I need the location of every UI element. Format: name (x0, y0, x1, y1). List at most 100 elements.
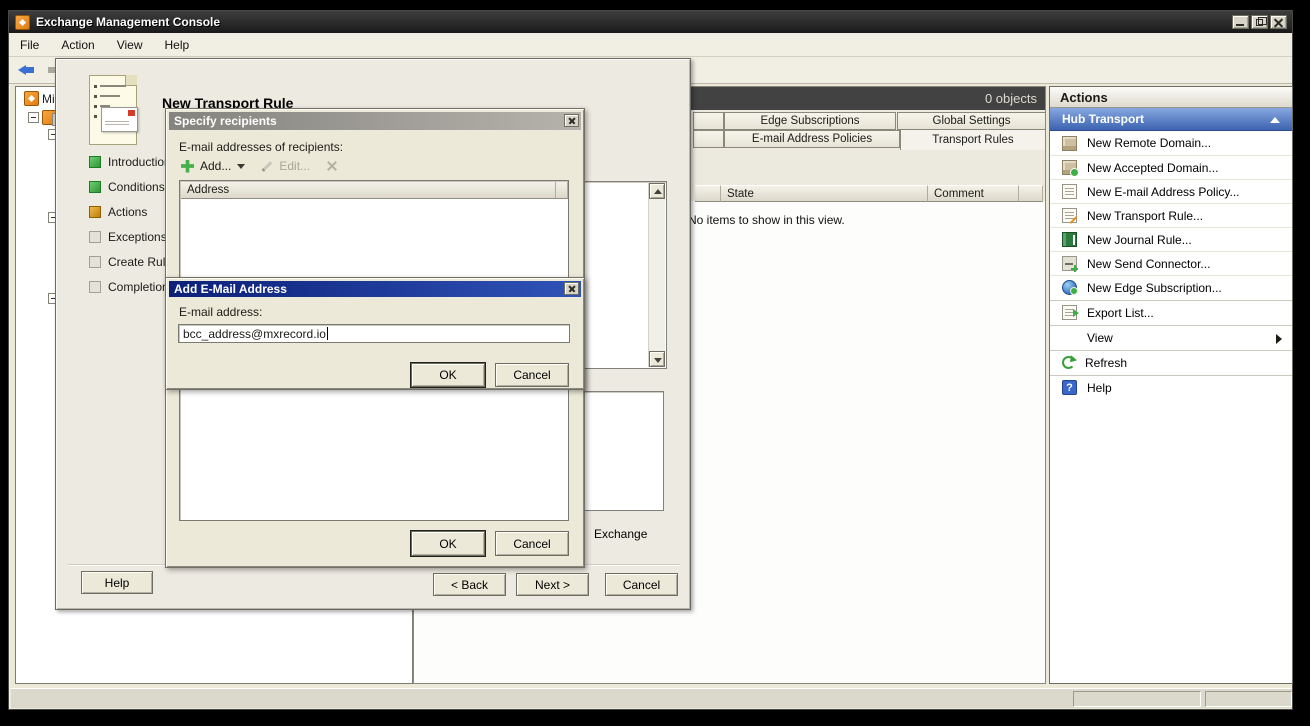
tab-email-address-policies[interactable]: E-mail Address Policies (724, 130, 900, 148)
wizard-step-actions: Actions (89, 205, 147, 219)
column-header-empty (556, 182, 568, 199)
wizard-cancel-button[interactable]: Cancel (605, 573, 678, 596)
close-button[interactable] (1270, 15, 1287, 29)
recipients-cancel-button[interactable]: Cancel (495, 531, 569, 556)
wizard-step-completion: Completion (89, 280, 169, 294)
close-button[interactable] (564, 114, 579, 127)
wizard-help-button[interactable]: Help (81, 571, 153, 594)
menu-view[interactable]: View (106, 35, 154, 55)
restore-icon (1256, 19, 1263, 26)
action-view[interactable]: View (1050, 325, 1292, 349)
restore-button[interactable] (1251, 15, 1268, 29)
action-new-edge-subscription[interactable]: New Edge Subscription... (1050, 275, 1292, 299)
column-header-partial[interactable] (695, 185, 721, 202)
column-header-empty (1019, 185, 1043, 202)
scroll-up-icon (654, 189, 662, 194)
dialog-title: Add E-Mail Address (174, 282, 287, 296)
dialog-titlebar: Specify recipients (169, 112, 581, 130)
edge-subscription-icon (1062, 280, 1077, 295)
action-new-send-connector[interactable]: New Send Connector... (1050, 251, 1292, 275)
back-button[interactable] (17, 61, 39, 79)
action-new-accepted-domain[interactable]: New Accepted Domain... (1050, 155, 1292, 179)
help-icon: ? (1062, 380, 1077, 395)
email-address-input[interactable]: bcc_address@mxrecord.io (178, 324, 570, 343)
step-status-icon (89, 206, 101, 218)
recipients-label: E-mail addresses of recipients: (179, 140, 343, 154)
action-new-journal-rule[interactable]: New Journal Rule... (1050, 227, 1292, 251)
recipients-ok-button[interactable]: OK (411, 531, 485, 556)
view-spacer (1062, 330, 1077, 345)
add-dropdown-icon[interactable] (237, 164, 245, 169)
tree-node[interactable] (28, 110, 57, 125)
hub-transport-group-header[interactable]: Hub Transport (1050, 108, 1292, 131)
accepted-domain-icon (1062, 160, 1077, 175)
wizard-next-button[interactable]: Next > (516, 573, 589, 596)
email-address-policy-icon (1062, 184, 1077, 199)
status-bar (11, 688, 1292, 708)
minimize-icon (1236, 24, 1244, 26)
submenu-arrow-icon (1276, 334, 1282, 344)
close-icon (1271, 16, 1286, 29)
titlebar: Exchange Management Console (9, 11, 1292, 33)
exchange-logo-icon (24, 91, 39, 106)
action-new-remote-domain[interactable]: New Remote Domain... (1050, 131, 1292, 155)
exchange-logo-icon (15, 15, 30, 30)
remote-domain-icon (1062, 136, 1077, 151)
column-header-comment[interactable]: Comment (928, 185, 1019, 202)
wizard-back-button[interactable]: < Back (433, 573, 506, 596)
action-export-list[interactable]: Export List... (1050, 300, 1292, 324)
transport-rule-icon (1062, 208, 1077, 223)
objects-count: 0 objects (985, 91, 1037, 106)
step-status-icon (89, 156, 101, 168)
action-help[interactable]: ? Help (1050, 375, 1292, 399)
recipients-toolbar: Add... Edit... (181, 159, 338, 173)
scroll-down-button[interactable] (649, 351, 665, 367)
transport-rule-document-icon (87, 73, 141, 151)
action-new-email-address-policy[interactable]: New E-mail Address Policy... (1050, 179, 1292, 203)
step-status-icon (89, 181, 101, 193)
action-refresh[interactable]: Refresh (1050, 350, 1292, 374)
column-header-state[interactable]: State (721, 185, 928, 202)
tab-partial[interactable] (693, 112, 724, 130)
scroll-down-icon (654, 358, 662, 363)
actions-pane-title: Actions (1050, 87, 1292, 108)
email-address-label: E-mail address: (179, 305, 262, 319)
wizard-step-exceptions: Exceptions (89, 230, 167, 244)
text-caret (327, 327, 328, 340)
tab-global-settings[interactable]: Global Settings (897, 112, 1046, 130)
wizard-step-introduction: Introduction (89, 155, 171, 169)
close-button[interactable] (564, 282, 579, 295)
actions-pane: Actions Hub Transport New Remote Domain.… (1049, 86, 1293, 684)
step-status-icon (89, 231, 101, 243)
add-email-address-dialog: Add E-Mail Address E-mail address: bcc_a… (165, 277, 585, 390)
minimize-button[interactable] (1232, 15, 1249, 29)
tab-partial[interactable] (693, 130, 724, 148)
send-connector-icon (1062, 256, 1077, 271)
dialog-titlebar: Add E-Mail Address (169, 281, 581, 297)
tab-edge-subscriptions[interactable]: Edge Subscriptions (724, 112, 896, 130)
refresh-icon (1062, 356, 1075, 369)
menu-help[interactable]: Help (154, 35, 201, 55)
tree-collapse-icon[interactable] (28, 112, 39, 123)
add-icon (181, 160, 194, 173)
add-button[interactable]: Add... (200, 159, 231, 173)
scroll-up-button[interactable] (649, 183, 665, 199)
journal-rule-icon (1062, 232, 1077, 247)
scrollbar[interactable] (648, 183, 665, 367)
menu-file[interactable]: File (9, 35, 50, 55)
address-cancel-button[interactable]: Cancel (495, 363, 569, 387)
address-column-header[interactable]: Address (181, 182, 556, 199)
status-segment (1205, 691, 1292, 707)
action-new-transport-rule[interactable]: New Transport Rule... (1050, 203, 1292, 227)
collapse-icon (1270, 117, 1280, 123)
wizard-step-create-rule: Create Rule (89, 255, 172, 269)
screen: Exchange Management Console File Action … (0, 0, 1310, 726)
back-icon (18, 65, 26, 75)
menu-action[interactable]: Action (50, 35, 105, 55)
delete-icon (326, 160, 338, 172)
tab-transport-rules[interactable]: Transport Rules (900, 129, 1046, 150)
window-title: Exchange Management Console (36, 15, 220, 29)
address-ok-button[interactable]: OK (411, 363, 485, 387)
export-list-icon (1062, 305, 1077, 320)
wizard-description-fragment: Exchange (594, 527, 647, 541)
